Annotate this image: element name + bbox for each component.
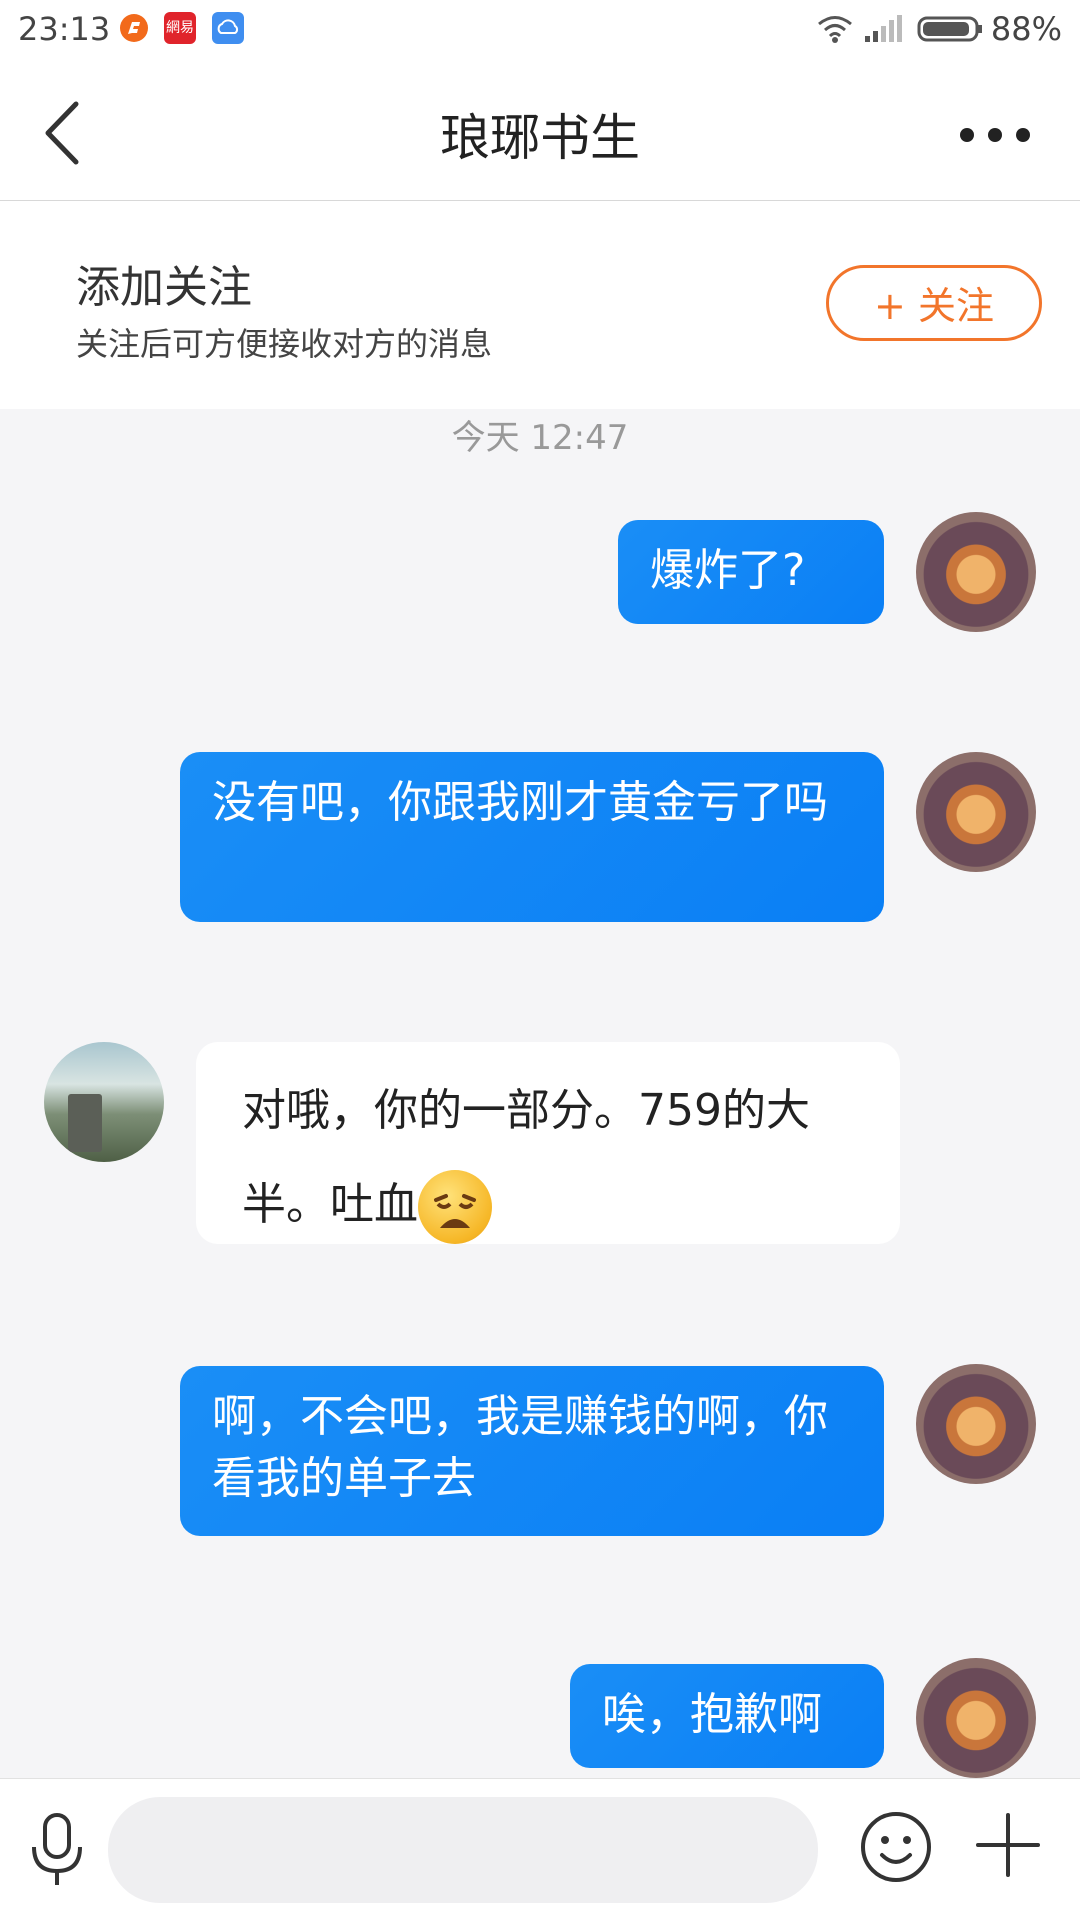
plus-icon <box>976 1813 1040 1877</box>
input-bar <box>0 1778 1080 1921</box>
message-text: 啊，不会吧，我是赚钱的啊，你看我的单子去 <box>212 1391 828 1504</box>
follow-title: 添加关注 <box>76 262 252 313</box>
netease-app-icon: 網易 <box>164 12 196 44</box>
status-bar: 23:13 網易 88% <box>0 0 1080 62</box>
my-avatar[interactable] <box>916 752 1036 872</box>
emoji-icon <box>861 1812 931 1882</box>
header: 琅琊书生 <box>0 62 1080 201</box>
contact-avatar[interactable] <box>44 1042 164 1162</box>
more-dot <box>1016 128 1030 142</box>
message-bubble-out[interactable]: 没有吧，你跟我刚才黄金亏了吗 <box>180 752 884 922</box>
my-avatar[interactable] <box>916 1658 1036 1778</box>
microphone-icon <box>32 1813 82 1885</box>
message-bubble-out[interactable]: 爆炸了? <box>618 520 884 624</box>
message-text: 唉，抱歉啊 <box>602 1689 822 1740</box>
wifi-icon <box>817 16 852 43</box>
cloud-app-icon <box>212 12 244 44</box>
page-title: 琅琊书生 <box>440 109 640 167</box>
status-time: 23:13 <box>18 10 111 48</box>
more-dot <box>960 128 974 142</box>
follow-button[interactable]: + 关注 <box>826 265 1042 341</box>
voice-button[interactable] <box>26 1811 88 1891</box>
plus-button[interactable] <box>974 1811 1042 1879</box>
battery-icon <box>917 16 982 42</box>
emoji-button[interactable] <box>858 1809 934 1885</box>
message-text: 爆炸了? <box>650 545 806 596</box>
app-notification-icon <box>118 12 150 44</box>
weary-face-emoji-icon <box>418 1170 492 1244</box>
message-bubble-out[interactable]: 唉，抱歉啊 <box>570 1664 884 1768</box>
message-bubble-out[interactable]: 啊，不会吧，我是赚钱的啊，你看我的单子去 <box>180 1366 884 1536</box>
message-bubble-in[interactable]: 对哦，你的一部分。759的大半。吐血 <box>196 1042 900 1244</box>
status-indicators: 88% <box>817 10 1062 48</box>
more-dot <box>988 128 1002 142</box>
chat-timestamp: 今天 12:47 <box>451 418 629 458</box>
signal-icon <box>864 15 902 42</box>
my-avatar[interactable] <box>916 1364 1036 1484</box>
more-button[interactable] <box>950 102 1040 162</box>
my-avatar[interactable] <box>916 512 1036 632</box>
message-input[interactable] <box>108 1797 818 1903</box>
follow-card: 添加关注 关注后可方便接收对方的消息 + 关注 <box>0 201 1080 409</box>
follow-subtitle: 关注后可方便接收对方的消息 <box>76 325 493 363</box>
message-text: 没有吧，你跟我刚才黄金亏了吗 <box>212 777 828 828</box>
message-text: 对哦，你的一部分。759的大半。吐血 <box>242 1085 810 1230</box>
battery-percent: 88% <box>990 10 1062 48</box>
